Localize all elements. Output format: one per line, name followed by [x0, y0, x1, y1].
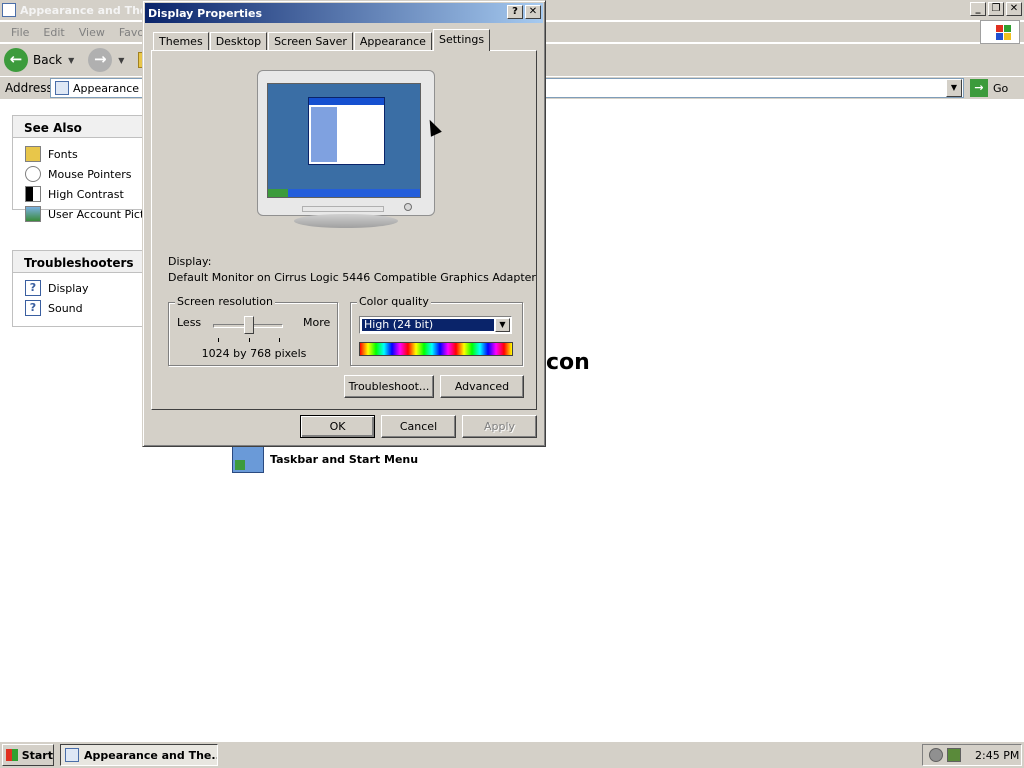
close-window-button[interactable]: ✕ [1006, 2, 1022, 16]
preview-start-button [268, 189, 288, 197]
menu-edit[interactable]: Edit [36, 26, 71, 39]
color-quality-select[interactable]: High (24 bit) ▼ [359, 316, 512, 334]
control-panel-icon [2, 3, 16, 17]
start-label: Start [21, 748, 53, 762]
troubleshoot-button[interactable]: Troubleshoot... [344, 375, 434, 398]
resolution-more-label: More [303, 316, 331, 329]
go-button[interactable]: → Go [970, 79, 1008, 97]
restore-button[interactable]: ❐ [988, 2, 1004, 16]
display-label: Display: [168, 255, 212, 268]
see-also-item-label: High Contrast [48, 187, 124, 201]
resolution-slider-thumb[interactable] [244, 316, 254, 334]
control-panel-icon [55, 81, 69, 95]
help-icon: ? [25, 300, 41, 316]
high-contrast-icon [25, 186, 41, 202]
tab-screen-saver[interactable]: Screen Saver [268, 32, 353, 51]
monitor-preview [257, 70, 435, 216]
help-icon: ? [25, 280, 41, 296]
tab-settings[interactable]: Settings [432, 29, 491, 51]
menu-file[interactable]: File [4, 26, 36, 39]
display-adapter-name: Default Monitor on Cirrus Logic 5446 Com… [168, 271, 536, 284]
see-also-item-fonts[interactable]: Fonts [13, 144, 161, 164]
troubleshooters-pane: Troubleshooters ? Display ? Sound [12, 250, 162, 327]
clock[interactable]: 2:45 PM [975, 749, 1019, 762]
color-quality-title: Color quality [357, 295, 431, 308]
see-also-item-label: Fonts [48, 147, 78, 161]
resolution-value: 1024 by 768 pixels [201, 347, 307, 360]
apply-button[interactable]: Apply [462, 415, 537, 438]
monitor-slot [302, 206, 384, 212]
screen-resolution-title: Screen resolution [175, 295, 275, 308]
see-also-item-label: Mouse Pointers [48, 167, 132, 181]
taskbar-and-start-menu-link[interactable]: Taskbar and Start Menu [232, 445, 418, 473]
network-icon[interactable] [947, 748, 961, 762]
slider-tick [249, 338, 250, 342]
taskbar-and-start-menu-label: Taskbar and Start Menu [270, 452, 419, 466]
screen-resolution-group: Screen resolution Less More 1024 by 768 … [168, 295, 338, 366]
taskbar-button-appearance[interactable]: Appearance and The... [60, 744, 218, 766]
desktop-preview [267, 83, 421, 198]
display-properties-dialog: Display Properties ? ✕ Themes Desktop Sc… [142, 0, 546, 447]
settings-tab-panel: Display: Default Monitor on Cirrus Logic… [151, 50, 537, 410]
color-quality-group: Color quality High (24 bit) ▼ [350, 295, 523, 366]
back-dropdown-icon[interactable]: ▼ [68, 56, 74, 65]
go-label: Go [993, 81, 1009, 95]
troubleshooters-header: Troubleshooters [13, 251, 161, 273]
windows-flag-icon [6, 749, 18, 761]
advanced-button[interactable]: Advanced [440, 375, 524, 398]
preview-window [308, 97, 385, 165]
forward-dropdown-icon[interactable]: ▼ [118, 56, 124, 65]
go-arrow-icon: → [970, 79, 988, 97]
slider-tick [218, 338, 219, 342]
category-heading-fragment: con [546, 350, 590, 375]
minimize-button[interactable]: _ [970, 2, 986, 16]
user-picture-icon [25, 206, 41, 222]
tab-desktop[interactable]: Desktop [209, 32, 268, 51]
taskbar-button-label: Appearance and The... [84, 748, 218, 762]
color-spectrum-bar [359, 342, 513, 356]
taskbar: Start Appearance and The... 2:45 PM [0, 741, 1024, 768]
monitor-power-icon [404, 203, 412, 211]
troubleshooter-label: Display [48, 281, 89, 295]
see-also-item-mouse-pointers[interactable]: Mouse Pointers [13, 164, 161, 184]
color-quality-value: High (24 bit) [361, 318, 495, 332]
tab-strip: Themes Desktop Screen Saver Appearance S… [153, 29, 491, 51]
troubleshooter-label: Sound [48, 301, 83, 315]
slider-tick [279, 338, 280, 342]
control-panel-icon [65, 748, 79, 762]
troubleshooter-display[interactable]: ? Display [13, 278, 161, 298]
forward-arrow-icon[interactable]: → [88, 48, 113, 72]
dialog-title: Display Properties [148, 6, 263, 20]
see-also-item-high-contrast[interactable]: High Contrast [13, 184, 161, 204]
menu-view[interactable]: View [72, 26, 112, 39]
address-dropdown-button[interactable]: ▼ [946, 79, 962, 97]
tab-appearance[interactable]: Appearance [353, 32, 432, 51]
dialog-close-button[interactable]: ✕ [525, 5, 541, 19]
back-arrow-icon[interactable]: ← [4, 48, 28, 72]
dialog-title-bar: Display Properties ? ✕ [145, 3, 543, 23]
troubleshooter-sound[interactable]: ? Sound [13, 298, 161, 318]
volume-icon[interactable] [929, 748, 943, 762]
start-button[interactable]: Start [2, 744, 54, 766]
fonts-folder-icon [25, 146, 41, 162]
windows-logo-icon [980, 20, 1020, 44]
dialog-help-button[interactable]: ? [507, 5, 523, 19]
tab-themes[interactable]: Themes [153, 32, 209, 51]
see-also-pane: See Also Fonts Mouse Pointers High Contr… [12, 115, 168, 222]
preview-taskbar [268, 189, 420, 197]
ok-button[interactable]: OK [300, 415, 375, 438]
resolution-less-label: Less [177, 316, 202, 329]
monitor-stand [294, 214, 398, 228]
taskbar-settings-icon [232, 445, 264, 473]
back-button-label[interactable]: Back [33, 53, 62, 67]
system-tray: 2:45 PM [922, 744, 1022, 766]
cancel-button[interactable]: Cancel [381, 415, 456, 438]
see-also-item-user-pictures[interactable]: User Account Pictures [13, 204, 168, 224]
see-also-header: See Also [13, 116, 161, 138]
mouse-icon [25, 166, 41, 182]
chevron-down-icon[interactable]: ▼ [495, 318, 510, 332]
